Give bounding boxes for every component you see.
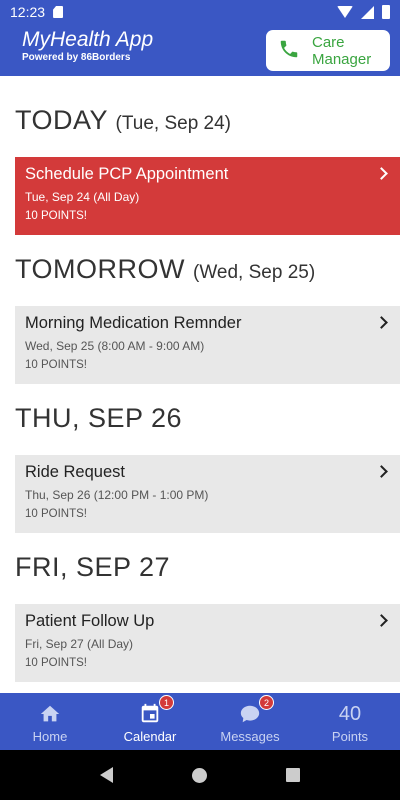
home-icon	[38, 703, 62, 725]
nav-calendar[interactable]: 1 Calendar	[100, 693, 200, 750]
event-card-patient-follow-up[interactable]: Patient Follow Up Fri, Sep 27 (All Day) …	[15, 604, 400, 682]
day-heading-tomorrow: TOMORROW (Wed, Sep 25)	[15, 254, 315, 285]
app-title: MyHealth App	[22, 28, 154, 51]
care-manager-button[interactable]: Care Manager	[266, 30, 390, 71]
back-icon[interactable]	[99, 767, 113, 783]
recent-apps-icon[interactable]	[286, 768, 301, 782]
event-points: 10 POINTS!	[25, 508, 87, 520]
event-points: 10 POINTS!	[25, 359, 87, 371]
event-points: 10 POINTS!	[25, 210, 87, 222]
day-heading-label: TOMORROW	[15, 254, 185, 284]
nav-home[interactable]: Home	[0, 693, 100, 750]
day-heading-date: (Wed, Sep 25)	[193, 262, 316, 283]
wifi-icon	[337, 6, 353, 18]
app-header: MyHealth App Powered by 86Borders Care M…	[0, 24, 400, 76]
calendar-list[interactable]: TODAY (Tue, Sep 24) Schedule PCP Appoint…	[0, 76, 400, 693]
app-subtitle: Powered by 86Borders	[22, 52, 131, 63]
day-heading-label: TODAY	[15, 105, 108, 135]
phone-icon	[278, 38, 300, 64]
nav-points-label: Points	[331, 729, 369, 744]
calendar-icon: 1	[138, 695, 174, 725]
day-heading-label: THU, SEP 26	[15, 403, 183, 433]
event-title: Morning Medication Remnder	[25, 314, 242, 332]
status-bar: 12:23	[0, 0, 400, 24]
care-manager-label: Care Manager	[312, 33, 372, 68]
nav-messages-label: Messages	[220, 729, 280, 744]
sd-card-icon	[53, 6, 64, 18]
event-date: Thu, Sep 26 (12:00 PM - 1:00 PM)	[25, 488, 209, 502]
messages-badge: 2	[259, 695, 274, 710]
event-points: 10 POINTS!	[25, 657, 87, 669]
calendar-badge: 1	[159, 695, 174, 710]
day-heading-date: (Tue, Sep 24)	[115, 113, 232, 134]
event-title: Ride Request	[25, 463, 125, 481]
bottom-nav: Home 1 Calendar 2 Messages 40 Points	[0, 693, 400, 750]
system-nav-bar	[0, 750, 400, 800]
nav-calendar-label: Calendar	[123, 729, 177, 744]
nav-points[interactable]: 40 Points	[300, 693, 400, 750]
nav-messages[interactable]: 2 Messages	[200, 693, 300, 750]
day-heading-fri: FRI, SEP 27	[15, 552, 170, 583]
status-time: 12:23	[10, 4, 46, 20]
event-title: Patient Follow Up	[25, 612, 155, 630]
day-heading-thu: THU, SEP 26	[15, 403, 182, 434]
battery-icon	[382, 5, 390, 19]
home-button-icon[interactable]	[191, 767, 207, 783]
day-heading-today: TODAY (Tue, Sep 24)	[15, 105, 231, 136]
day-heading-label: FRI, SEP 27	[15, 552, 171, 582]
points-value: 40	[338, 703, 362, 725]
chat-icon: 2	[238, 695, 274, 725]
event-date: Tue, Sep 24 (All Day)	[25, 190, 140, 204]
status-icons	[337, 5, 390, 19]
event-date: Fri, Sep 27 (All Day)	[25, 637, 134, 651]
event-card-schedule-pcp[interactable]: Schedule PCP Appointment Tue, Sep 24 (Al…	[15, 157, 400, 235]
nav-home-label: Home	[32, 729, 68, 744]
event-card-medication-reminder[interactable]: Morning Medication Remnder Wed, Sep 25 (…	[15, 306, 400, 384]
event-card-ride-request[interactable]: Ride Request Thu, Sep 26 (12:00 PM - 1:0…	[15, 455, 400, 533]
signal-icon	[361, 5, 374, 19]
event-title: Schedule PCP Appointment	[25, 165, 229, 183]
event-date: Wed, Sep 25 (8:00 AM - 9:00 AM)	[25, 339, 205, 353]
